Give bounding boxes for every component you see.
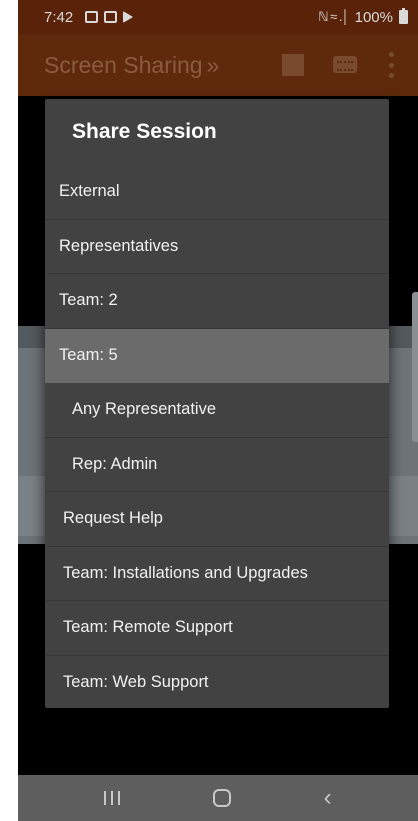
more-vert-icon[interactable]	[388, 52, 394, 78]
back-icon[interactable]: ‹	[324, 786, 332, 810]
phone-screen: 7:42 ℕ ≈ .│ 100% Screen Sharing » Share …	[18, 0, 418, 821]
share-session-list: External Representatives Team: 2 Team: 5…	[45, 165, 389, 710]
menu-item-team-2[interactable]: Team: 2	[45, 274, 389, 329]
stop-icon[interactable]	[282, 54, 304, 76]
app-bar: Screen Sharing »	[18, 34, 418, 96]
play-notification-icon	[123, 11, 134, 23]
menu-item-team-installations[interactable]: Team: Installations and Upgrades	[45, 547, 389, 601]
menu-item-any-representative[interactable]: Any Representative	[45, 383, 389, 438]
signal-wifi-icon: ℕ ≈ .│	[318, 9, 350, 24]
app-notification-icon	[104, 11, 118, 23]
recent-apps-icon[interactable]	[104, 791, 121, 805]
battery-percent: 100%	[354, 8, 393, 26]
keyboard-icon[interactable]	[333, 56, 357, 73]
edge-panel-handle[interactable]	[412, 292, 418, 442]
menu-item-rep-admin[interactable]: Rep: Admin	[45, 438, 389, 492]
menu-item-team-web-support[interactable]: Team: Web Support	[45, 656, 389, 711]
gallery-notification-icon	[85, 11, 99, 23]
menu-item-request-help[interactable]: Request Help	[45, 492, 389, 547]
share-session-dialog: Share Session External Representatives T…	[45, 99, 389, 708]
home-icon[interactable]	[212, 789, 231, 807]
app-title: Screen Sharing	[44, 51, 203, 78]
menu-item-team-remote-support[interactable]: Team: Remote Support	[45, 601, 389, 656]
status-bar: 7:42 ℕ ≈ .│ 100%	[18, 0, 418, 34]
menu-item-external[interactable]: External	[45, 165, 389, 220]
navigation-bar: ‹	[18, 775, 418, 821]
menu-item-representatives[interactable]: Representatives	[45, 220, 389, 274]
status-time: 7:42	[44, 8, 74, 26]
menu-item-team-5[interactable]: Team: 5	[45, 328, 389, 383]
chevron-double-right-icon[interactable]: »	[207, 52, 220, 79]
battery-icon	[399, 8, 408, 24]
dialog-title: Share Session	[72, 120, 217, 143]
